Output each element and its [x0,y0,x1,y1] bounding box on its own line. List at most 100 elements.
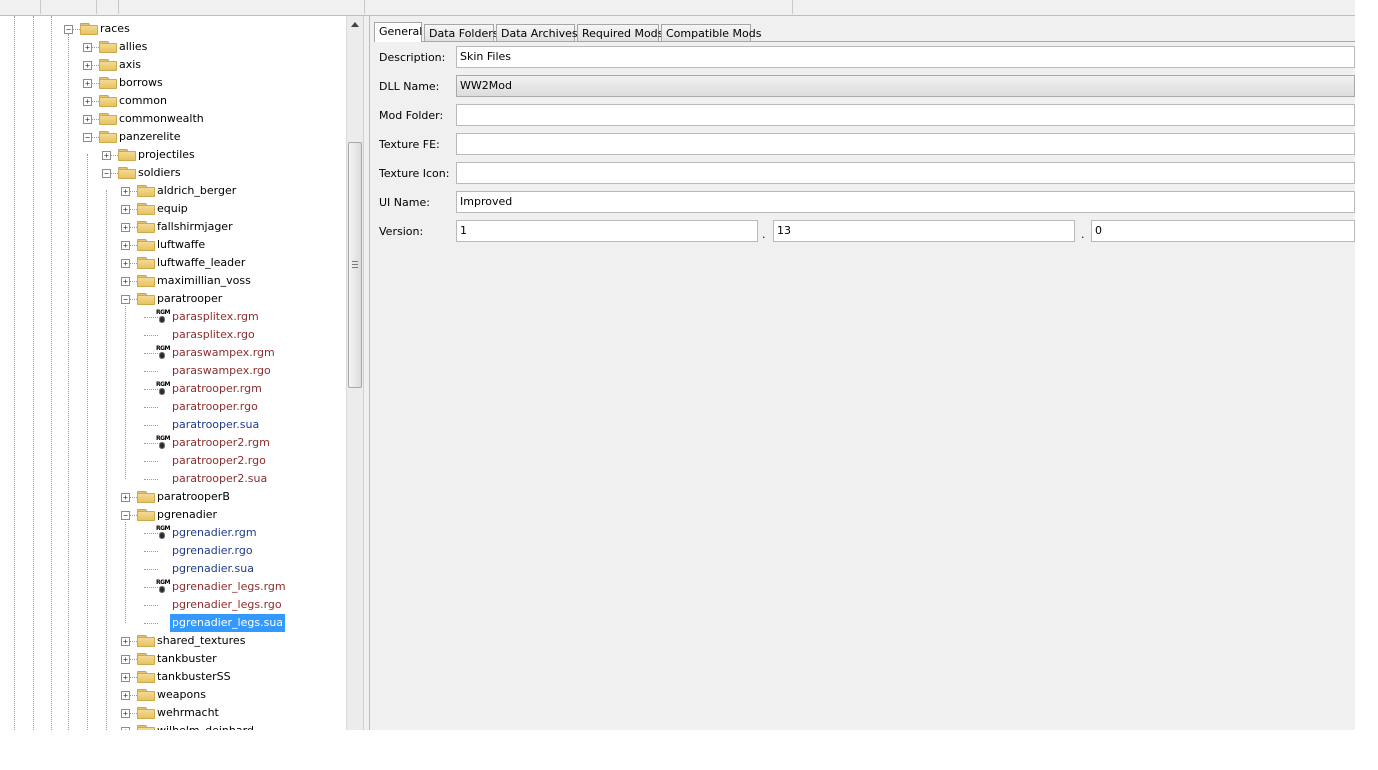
tree-scrollbar[interactable] [346,16,364,730]
tree-file-row[interactable]: RGM pgrenadier_legs.rgm [0,578,346,596]
tree-folder-row[interactable]: + projectiles [0,146,346,164]
tree-folder-row[interactable]: + shared_textures [0,632,346,650]
tree-file-row[interactable]: parasplitex.rgo [0,326,346,344]
panel-splitter[interactable] [363,16,370,730]
tree-file-row[interactable]: RGM paratrooper2.rgm [0,434,346,452]
tab-data-folders[interactable]: Data Folders [424,24,499,41]
tree-folder-row[interactable]: + tankbusterSS [0,668,346,686]
tree-folder-row[interactable]: + commonwealth [0,110,346,128]
tab-general[interactable]: General [374,22,422,42]
tree-file-row[interactable]: paratrooper2.rgo [0,452,346,470]
tree-folder-row[interactable]: + equip [0,200,346,218]
plus-box-icon[interactable]: + [121,637,130,646]
minus-box-icon[interactable]: − [64,25,73,34]
minus-box-icon[interactable]: − [102,169,111,178]
tree-item-label: pgrenadier.rgm [172,526,257,539]
plus-box-icon[interactable]: + [83,61,92,70]
tree-file-row[interactable]: paraswampex.rgo [0,362,346,380]
tree-folder-row[interactable]: − soldiers [0,164,346,182]
tree-file-row[interactable]: paratrooper.sua [0,416,346,434]
tree-folder-row[interactable]: + wehrmacht [0,704,346,722]
plus-box-icon[interactable]: + [121,673,130,682]
folder-body [137,187,155,197]
description-label: Description: [379,51,446,64]
tree-folder-row[interactable]: − pgrenadier [0,506,346,524]
tree-folder-row[interactable]: + luftwaffe_leader [0,254,346,272]
minus-box-icon[interactable]: − [121,511,130,520]
tree-folder-row[interactable]: − races [0,20,346,38]
rgm-file-icon: RGM [156,580,171,594]
folder-body [137,223,155,233]
plus-box-icon[interactable]: + [83,43,92,52]
mod-folder-field[interactable] [456,104,1355,126]
texture-icon-field[interactable] [456,162,1355,184]
minus-box-icon[interactable]: − [121,295,130,304]
version-major-field[interactable]: 1 [456,220,758,242]
tree-folder-row[interactable]: + aldrich_berger [0,182,346,200]
scroll-grip-icon [352,261,358,262]
tree-item-label: fallshirmjager [157,220,233,233]
plus-box-icon[interactable]: + [121,223,130,232]
plus-box-icon[interactable]: + [121,277,130,286]
scroll-up-arrow-icon[interactable] [351,22,359,27]
description-field[interactable]: Skin Files [456,46,1355,68]
tree-file-row[interactable]: paratrooper2.sua [0,470,346,488]
plus-box-icon[interactable]: + [121,655,130,664]
plus-box-icon[interactable]: + [121,493,130,502]
tree-folder-row[interactable]: + luftwaffe [0,236,346,254]
tree-file-row[interactable]: RGM paratrooper.rgm [0,380,346,398]
folder-icon [137,203,155,215]
plus-box-icon[interactable]: + [121,709,130,718]
plus-box-icon[interactable]: + [121,205,130,214]
tree-file-row[interactable]: RGM pgrenadier.rgm [0,524,346,542]
tab-compatible-mods[interactable]: Compatible Mods [661,24,761,41]
folder-icon [137,221,155,233]
plus-box-icon[interactable]: + [121,259,130,268]
tree-item-label: pgrenadier.sua [172,562,254,575]
tab-required-mods[interactable]: Required Mods [577,24,663,41]
folder-icon [137,275,155,287]
plus-box-icon[interactable]: + [83,115,92,124]
tree-folder-row[interactable]: + fallshirmjager [0,218,346,236]
tree-folder-row[interactable]: − panzerelite [0,128,346,146]
tree-file-row[interactable]: pgrenadier.sua [0,560,346,578]
tree-item-label: tankbuster [157,652,217,665]
tree-folder-row[interactable]: + maximillian_voss [0,272,346,290]
tree-item-label: wilhelm_deinhard [155,722,256,730]
tree-folder-row[interactable]: + wilhelm_deinhard [0,722,346,730]
plus-box-icon[interactable]: + [83,79,92,88]
tree-folder-row[interactable]: + borrows [0,74,346,92]
ui-name-field[interactable]: Improved [456,191,1355,213]
scrollbar-thumb[interactable] [348,142,362,388]
tree-folder-row[interactable]: + tankbuster [0,650,346,668]
tree-file-row[interactable]: RGM parasplitex.rgm [0,308,346,326]
file-tree[interactable]: − races + allies + axis + borrows + common + common… [0,16,346,730]
tree-file-row[interactable]: pgrenadier_legs.rgo [0,596,346,614]
minus-box-icon[interactable]: − [83,133,92,142]
tree-item-label: races [100,22,130,35]
plus-box-icon[interactable]: + [121,241,130,250]
tree-file-row[interactable]: pgrenadier_legs.sua [0,614,346,632]
tree-folder-row[interactable]: + allies [0,38,346,56]
tree-file-row[interactable]: RGM paraswampex.rgm [0,344,346,362]
tree-folder-row[interactable]: + weapons [0,686,346,704]
texture-fe-field[interactable] [456,133,1355,155]
tab-data-archives[interactable]: Data Archives [496,24,578,41]
tree-folder-row[interactable]: + paratrooperB [0,488,346,506]
tree-folder-row[interactable]: + axis [0,56,346,74]
version-minor-field[interactable]: 13 [773,220,1075,242]
plus-box-icon[interactable]: + [102,151,111,160]
tree-file-row[interactable]: pgrenadier.rgo [0,542,346,560]
plus-box-icon[interactable]: + [121,691,130,700]
plus-box-icon[interactable]: + [121,727,130,730]
tree-item-label: wehrmacht [157,706,219,719]
version-patch-field[interactable]: 0 [1091,220,1355,242]
tree-folder-row[interactable]: − paratrooper [0,290,346,308]
dll-name-combo[interactable]: WW2Mod [456,75,1355,97]
folder-body [137,295,155,305]
tree-file-row[interactable]: paratrooper.rgo [0,398,346,416]
folder-icon [99,95,117,107]
tree-folder-row[interactable]: + common [0,92,346,110]
plus-box-icon[interactable]: + [121,187,130,196]
plus-box-icon[interactable]: + [83,97,92,106]
